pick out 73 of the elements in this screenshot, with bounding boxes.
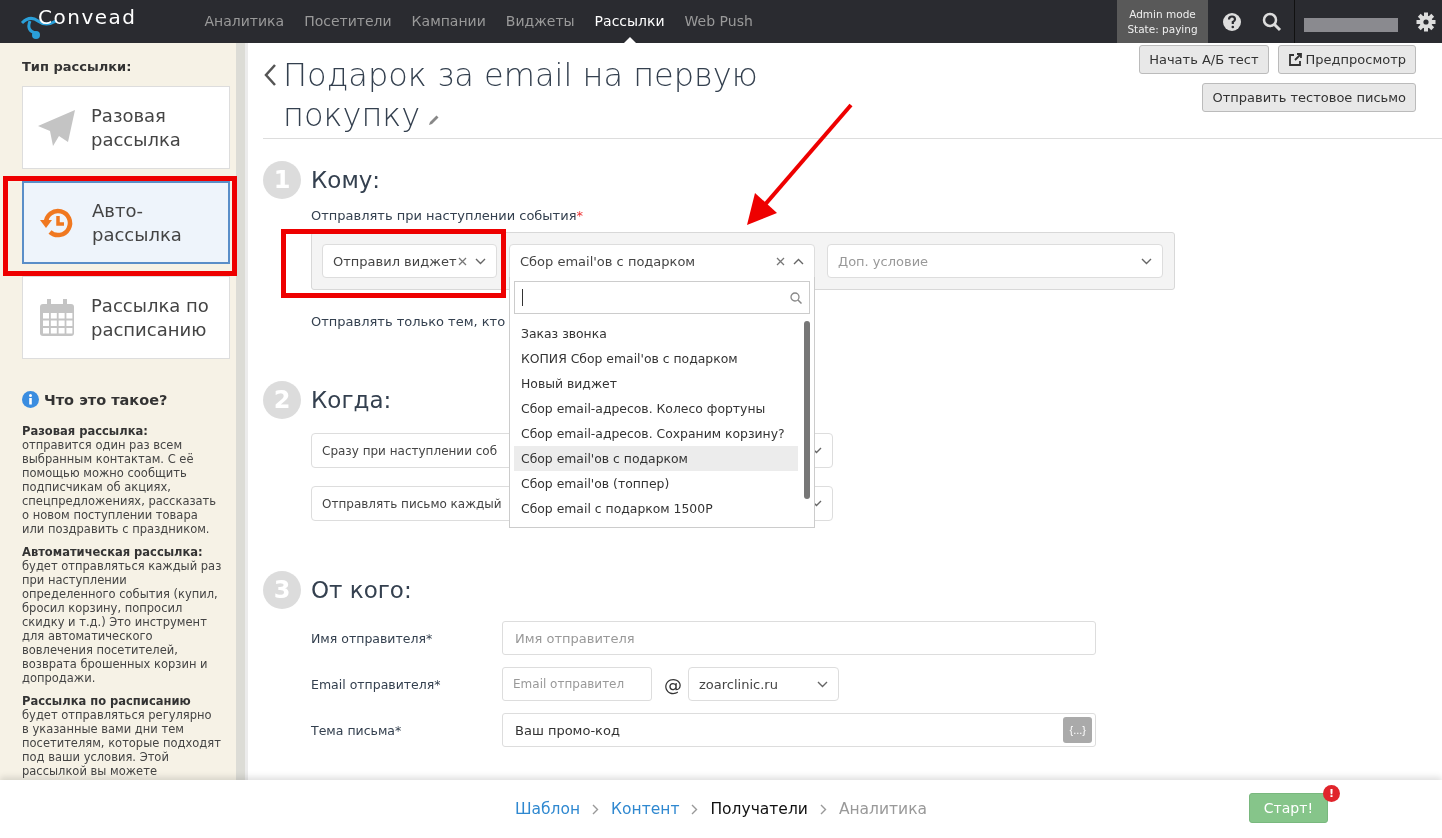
preview-button[interactable]: Предпросмотр [1277,45,1416,74]
back-chevron-icon[interactable] [263,63,277,87]
dropdown-option[interactable]: Сбор email с подарком 1500Р [514,496,798,521]
chevron-icon[interactable] [1141,257,1152,265]
sender-name-field[interactable]: Имя отправителя [502,621,1096,655]
help-subtitle: Автоматическая рассылка: [22,545,204,559]
external-link-icon [1287,52,1302,67]
field-label: Имя отправителя* [311,630,434,646]
field-label: Отправлять только тем, кто [311,314,507,329]
wizard-step-link[interactable]: Шаблон [514,800,581,818]
settings-icon[interactable] [1416,11,1436,32]
chevron-right-icon [819,803,827,815]
help-title: Что это такое? [44,391,168,408]
nav-link[interactable]: Web Push [684,0,753,43]
dropdown-option[interactable]: Сбор email'ов с подарком [514,446,798,471]
dropdown-option[interactable]: КОПИЯ Сбор email'ов с подарком [514,346,798,371]
pencil-icon[interactable] [428,114,441,126]
dropdown-option[interactable]: Сбор email-адресов. Сохраним корзину? [514,421,798,446]
scrollbar[interactable] [236,43,245,780]
calendar-icon [37,297,77,338]
event-select[interactable]: Отправил виджет [322,244,497,278]
clear-icon[interactable] [776,256,785,266]
at-sign: @ [664,673,682,695]
help-text: отправится один раз всем выбранным контактам. С её помощью можно сообщить подписчикам об акциях, спецпредложениях, рассказать о новом поступлении товара или поздравить с праздником. [22,438,218,536]
top-button[interactable]: Начать А/Б тест [1139,45,1269,74]
logo[interactable]: Convead [16,2,137,41]
test-email-button[interactable]: Отправить тестовое письмо [1202,83,1416,112]
sender-email-field[interactable]: Email отправител [502,667,652,701]
field-label: Отправлять при наступлении события* [311,208,584,223]
chevron-icon [817,680,828,688]
dropdown-option[interactable]: Заказ звонка [514,321,798,346]
alert-badge: ! [1323,785,1340,802]
help-icon[interactable] [1222,11,1242,32]
section-heading: От кого: [311,577,412,603]
nav-link[interactable]: Рассылки [594,0,665,43]
field-label: Email отправителя* [311,676,442,692]
nav-link[interactable]: Аналитика [204,0,285,43]
nav-link[interactable]: Посетители [304,0,392,43]
chevron-right-icon [691,803,699,815]
event-select[interactable]: Сбор email'ов с подарком [509,244,815,278]
paper-plane-icon [37,108,77,147]
page-title: Подарок за email на первую покупку [283,55,759,135]
admin-mode-badge: Admin mode State: paying [1117,0,1208,43]
logo-text: Convead [38,4,137,29]
domain-select[interactable]: zoarclinic.ru [688,667,839,701]
help-text: будет отправляться регулярно в указанные вами дни тем посетителям, которые подходят под ваши условия. Этой рассылкой вы можете [22,708,222,778]
chevron-icon[interactable] [793,257,804,265]
sidebar-heading: Тип рассылки: [22,59,133,74]
search-icon[interactable] [1262,11,1282,32]
scrollbar-thumb[interactable] [804,321,810,499]
nav-link[interactable]: Виджеты [505,0,575,43]
wizard-step-link[interactable]: Контент [611,800,680,818]
campaign-type-card[interactable]: Рассылка по расписанию [22,276,230,359]
dropdown-option[interactable]: Сбор email-адресов. Колесо фортуны [514,396,798,421]
clear-icon[interactable] [458,256,467,266]
campaign-type-card[interactable]: Авто-рассылка [22,181,230,264]
search-field[interactable] [514,281,810,314]
section-heading: Когда: [311,387,392,413]
wizard-step-link[interactable]: Получатели [710,800,808,818]
chevron-right-icon [592,803,600,815]
search-icon [790,291,802,304]
campaign-type-card[interactable]: Разовая рассылка [22,86,230,169]
dropdown-option[interactable]: Сбор email'ов (топпер) [514,471,798,496]
chevron-icon[interactable] [475,257,486,265]
field-label: Тема письма* [311,722,403,738]
subject-field[interactable]: Ваш промо-код {...} [502,713,1096,747]
info-icon [22,391,39,408]
dropdown-option[interactable]: Новый виджет [514,371,798,396]
section-heading: Кому: [311,167,381,193]
help-text: будет отправляться каждый раз при наступлении определенного события (купил, бросил корзину, попросил скидку и т.д.) Это инструмент для автоматического вовлечения посетителей, возврата брошенных корзин и допродажи. [22,559,222,685]
nav-link[interactable]: Кампании [411,0,486,43]
help-subtitle: Рассылка по расписанию [22,694,192,708]
help-subtitle: Разовая рассылка: [22,424,149,438]
